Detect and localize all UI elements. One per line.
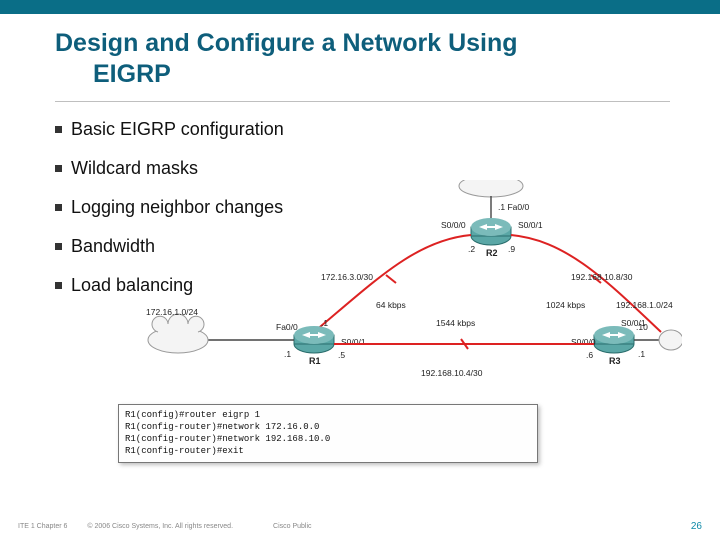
header-accent-bar — [0, 0, 720, 14]
label-r1-s001: S0/0/1 — [341, 337, 366, 347]
footer-copyright: © 2006 Cisco Systems, Inc. All rights re… — [87, 523, 233, 530]
label-r2-s001: S0/0/1 — [518, 220, 543, 230]
config-line: R1(config-router)#network 192.168.10.0 — [125, 433, 531, 445]
footer-chapter: ITE 1 Chapter 6 — [18, 523, 67, 530]
label-r2-ip-r: .9 — [508, 244, 515, 254]
label-mid-left: 172.16.3.0/30 — [321, 272, 373, 282]
label-r3-s001-ip: .10 — [636, 322, 648, 332]
config-line: R1(config-router)#exit — [125, 445, 531, 457]
bullet-text: Wildcard masks — [71, 158, 198, 178]
label-r1-s001-ip: .5 — [338, 350, 345, 360]
label-r3-fa00-ip: .1 — [638, 349, 645, 359]
label-net-left: 172.16.1.0/24 — [146, 307, 198, 317]
bullet-item: Basic EIGRP configuration — [55, 110, 720, 149]
cloud-top: 10.10.10.0/24 — [459, 180, 523, 197]
title-line1: Design and Configure a Network Using — [55, 29, 518, 57]
config-box: R1(config)#router eigrp 1 R1(config-rout… — [118, 404, 538, 463]
label-r1-s000-ip: .1 — [321, 318, 328, 328]
router-r3-icon — [594, 326, 634, 353]
label-r2: R2 — [486, 248, 498, 258]
config-line: R1(config-router)#network 172.16.0.0 — [125, 421, 531, 433]
title-line2: EIGRP — [55, 59, 670, 90]
label-bw-1544: 1544 kbps — [436, 318, 475, 328]
label-net-right: 192.168.1.0/24 — [616, 300, 673, 310]
label-mid-right: 192.168.10.8/30 — [571, 272, 633, 282]
label-bottom-net: 192.168.10.4/30 — [421, 368, 483, 378]
router-r1-icon — [294, 326, 334, 353]
label-bw-1024: 1024 kbps — [546, 300, 585, 310]
config-line: R1(config)#router eigrp 1 — [125, 409, 531, 421]
label-r2-ip-l: .2 — [468, 244, 475, 254]
label-r1-fa00-ip: .1 — [284, 349, 291, 359]
bullet-text: Basic EIGRP configuration — [71, 119, 284, 139]
footer-public: Cisco Public — [273, 523, 312, 530]
router-r2-icon — [471, 218, 511, 245]
label-r1-fa00: Fa0/0 — [276, 322, 298, 332]
label-bw-64: 64 kbps — [376, 300, 406, 310]
cloud-right — [659, 330, 682, 350]
label-r3-s000: S0/0/0 — [571, 337, 596, 347]
label-r1: R1 — [309, 356, 321, 366]
slide-title: Design and Configure a Network Using EIG… — [0, 14, 720, 91]
footer-page: 26 — [691, 521, 702, 532]
slide-footer: ITE 1 Chapter 6 © 2006 Cisco Systems, In… — [0, 521, 720, 532]
label-fa00-top: .1 Fa0/0 — [498, 202, 529, 212]
label-r3: R3 — [609, 356, 621, 366]
label-r3-s000-ip: .6 — [586, 350, 593, 360]
cloud-left — [148, 314, 208, 353]
label-r2-s000: S0/0/0 — [441, 220, 466, 230]
